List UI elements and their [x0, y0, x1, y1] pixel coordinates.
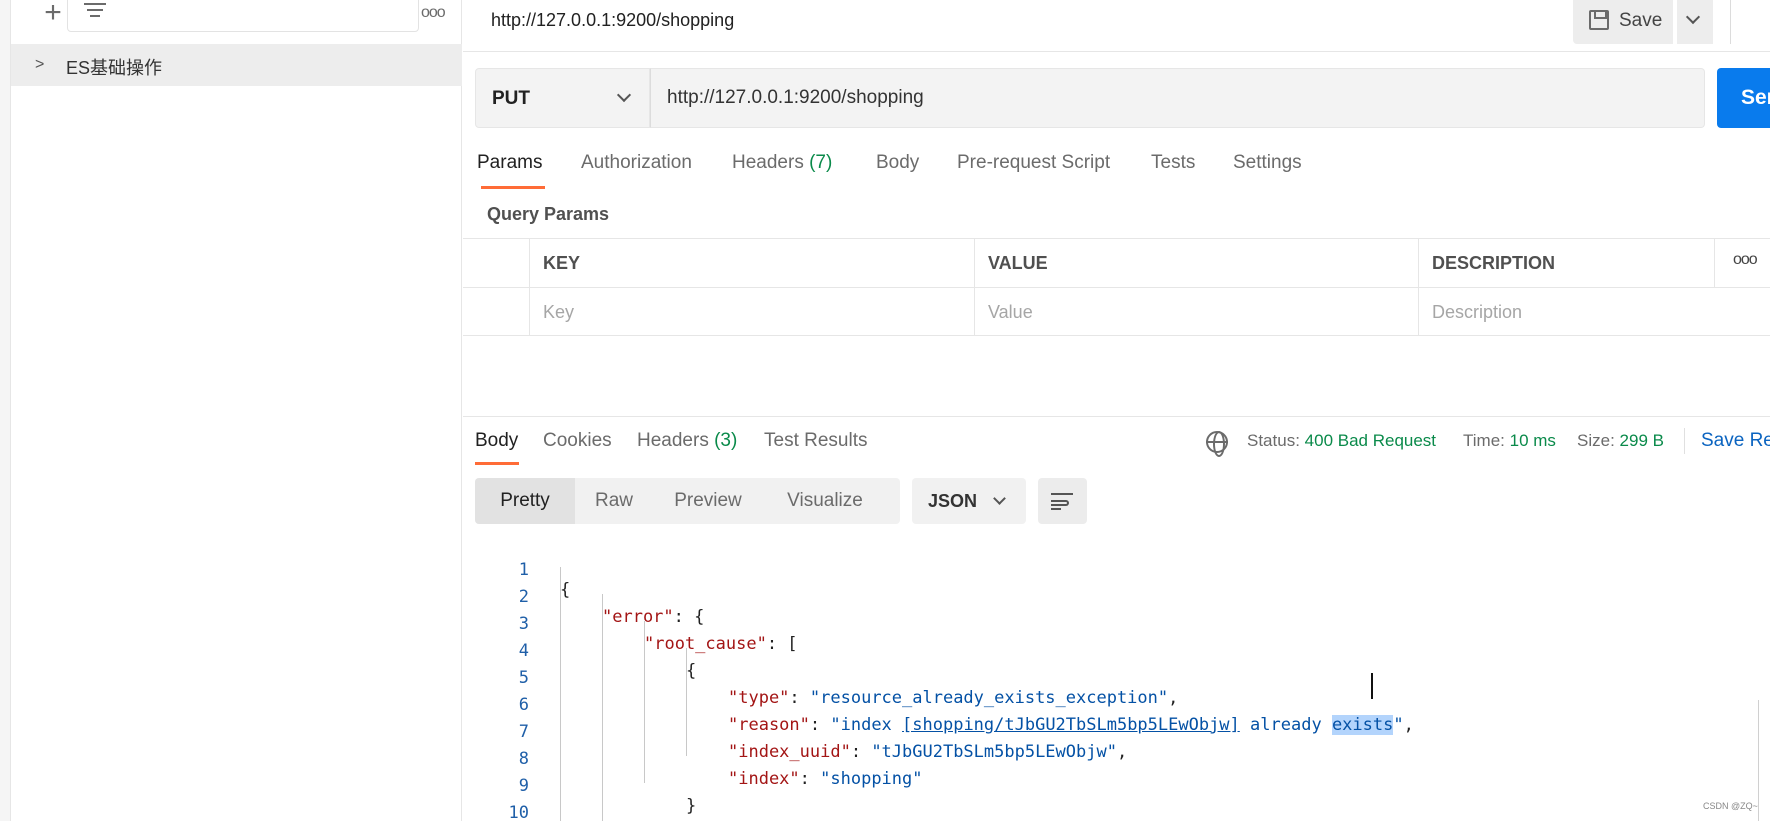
save-button-label: Save — [1619, 10, 1663, 31]
code-line: 1 { — [463, 540, 1770, 600]
wrap-icon — [1051, 493, 1073, 495]
view-raw-button[interactable]: Raw — [575, 478, 653, 524]
chevron-right-icon[interactable]: > — [35, 56, 44, 74]
table-row: Key Value Description — [463, 287, 1770, 336]
method-label: PUT — [492, 88, 530, 109]
more-options-icon[interactable]: ooo — [1733, 251, 1758, 269]
filter-icon — [84, 3, 106, 21]
chevron-down-icon — [1685, 9, 1701, 25]
tab-params[interactable]: Params — [477, 152, 542, 174]
code-line: 8 "index": "shopping" — [463, 729, 1770, 789]
size-label: Size: — [1577, 431, 1615, 450]
code-line: 2 "error": { — [463, 567, 1770, 627]
view-visualize-button[interactable]: Visualize — [763, 478, 887, 524]
wrap-icon-part — [1051, 500, 1069, 506]
divider — [1730, 0, 1731, 44]
size-value: 299 B — [1619, 431, 1664, 450]
code-line: 6 "reason": "index [shopping/tJbGU2TbSLm… — [463, 675, 1770, 735]
sidebar: + ooo > ES基础操作 — [0, 0, 462, 821]
save-response-button[interactable]: Save Response — [1701, 430, 1770, 452]
code-line: 3 "root_cause": [ — [463, 594, 1770, 654]
chevron-down-icon — [616, 87, 632, 103]
table-header-row: KEY VALUE DESCRIPTION ooo — [463, 238, 1770, 287]
request-tabs: Params Authorization Headers (7) Body Pr… — [463, 150, 1770, 190]
wrap-lines-button[interactable] — [1038, 478, 1087, 524]
tab-tests[interactable]: Tests — [1151, 152, 1195, 174]
tab-headers-count: (7) — [809, 152, 833, 173]
pane-divider[interactable] — [463, 416, 1770, 417]
response-tab-body[interactable]: Body — [475, 430, 518, 452]
status-label: Status: — [1247, 431, 1300, 450]
query-params-table: KEY VALUE DESCRIPTION ooo Key Value Desc… — [463, 238, 1770, 338]
save-icon — [1589, 10, 1609, 30]
tab-authorization[interactable]: Authorization — [581, 152, 692, 174]
column-header-key: KEY — [529, 239, 974, 287]
code-line: 5 "type": "resource_already_exists_excep… — [463, 648, 1770, 708]
wrap-icon-part — [1051, 508, 1061, 510]
watermark: CSDN @ZQ~ — [1703, 801, 1758, 811]
response-tab-headers-count: (3) — [714, 430, 738, 451]
tab-body[interactable]: Body — [876, 152, 919, 174]
response-tab-test-results[interactable]: Test Results — [764, 430, 867, 452]
code-line: 10 ], — [463, 783, 1770, 821]
save-button[interactable]: Save — [1573, 0, 1673, 44]
description-input[interactable]: Description — [1418, 288, 1770, 336]
active-tab-indicator — [481, 186, 545, 189]
line-number: 10 — [508, 803, 529, 821]
method-select[interactable]: PUT — [475, 68, 650, 128]
send-button[interactable]: Send — [1717, 68, 1770, 128]
filter-input[interactable] — [67, 0, 419, 32]
view-preview-button[interactable]: Preview — [653, 478, 763, 524]
response-tab-cookies[interactable]: Cookies — [543, 430, 612, 452]
key-input[interactable]: Key — [529, 288, 974, 336]
scrollbar[interactable] — [1758, 700, 1770, 821]
time-value: 10 ms — [1509, 431, 1556, 450]
column-header-value: VALUE — [974, 239, 1418, 287]
view-pretty-button[interactable]: Pretty — [475, 478, 575, 524]
collection-item[interactable]: > ES基础操作 — [11, 44, 462, 86]
sidebar-left-strip — [0, 0, 11, 821]
time-label: Time: — [1463, 431, 1505, 450]
collection-name: ES基础操作 — [66, 58, 163, 78]
response-tab-headers[interactable]: Headers (3) — [637, 430, 737, 452]
text-cursor — [1371, 673, 1373, 699]
value-input[interactable]: Value — [974, 288, 1418, 336]
code-line: 7 "index_uuid": "tJbGU2TbSLm5bp5LEwObjw"… — [463, 702, 1770, 762]
time-readout: Time: 10 ms — [1463, 431, 1556, 451]
request-tab-header: http://127.0.0.1:9200/shopping Save — [463, 0, 1770, 52]
size-readout: Size: 299 B — [1577, 431, 1664, 451]
response-tab-headers-label: Headers — [637, 430, 709, 451]
active-response-tab-indicator — [475, 462, 519, 465]
tab-headers[interactable]: Headers (7) — [732, 152, 832, 174]
status-value: 400 Bad Request — [1304, 431, 1437, 450]
divider — [1684, 428, 1685, 454]
code-line: 9 } — [463, 756, 1770, 816]
tab-settings[interactable]: Settings — [1233, 152, 1302, 174]
more-options-icon[interactable]: ooo — [421, 4, 451, 24]
language-label: JSON — [928, 491, 978, 511]
status-readout: Status: 400 Bad Request — [1247, 431, 1436, 451]
code-line: 4 { — [463, 621, 1770, 681]
chevron-down-icon — [993, 492, 1006, 505]
sidebar-toolbar: + ooo — [11, 0, 462, 32]
language-select[interactable]: JSON — [912, 478, 1026, 524]
globe-icon[interactable] — [1206, 431, 1228, 457]
request-title[interactable]: http://127.0.0.1:9200/shopping — [491, 10, 734, 31]
save-dropdown-button[interactable] — [1677, 0, 1713, 44]
view-mode-segmented-control: Pretty Raw Preview Visualize — [475, 478, 900, 524]
tab-pre-request-script[interactable]: Pre-request Script — [957, 152, 1110, 174]
column-header-description: DESCRIPTION — [1418, 239, 1714, 287]
url-input[interactable]: http://127.0.0.1:9200/shopping — [650, 68, 1705, 128]
query-params-title: Query Params — [487, 204, 610, 224]
response-body-viewer[interactable]: 1 { 2 "error": { 3 "root_cause": [ 4 { 5… — [463, 540, 1770, 821]
tab-headers-label: Headers — [732, 152, 804, 173]
